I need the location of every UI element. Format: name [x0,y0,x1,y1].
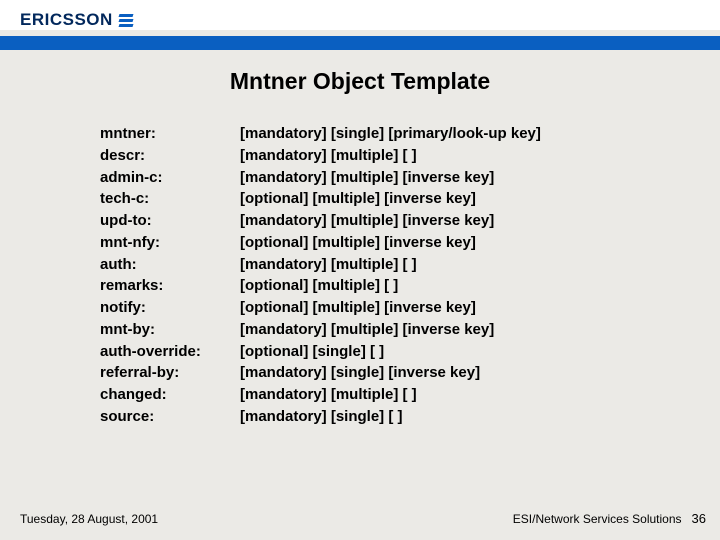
template-row: remarks: [optional] [multiple] [ ] [100,275,680,297]
field-name: auth-override: [100,341,240,363]
template-row: auth-override: [optional] [single] [ ] [100,341,680,363]
header-accent-bar [0,36,720,50]
template-row: mntner: [mandatory] [single] [primary/lo… [100,123,680,145]
template-row: mnt-by: [mandatory] [multiple] [inverse … [100,319,680,341]
footer: Tuesday, 28 August, 2001 ESI/Network Ser… [0,511,720,526]
template-row: changed: [mandatory] [multiple] [ ] [100,384,680,406]
field-attributes: [optional] [multiple] [inverse key] [240,188,476,210]
brand-logo: ERICSSON [20,10,720,30]
object-template: mntner: [mandatory] [single] [primary/lo… [100,123,680,428]
field-name: tech-c: [100,188,240,210]
page-number: 36 [692,511,706,526]
field-name: mnt-by: [100,319,240,341]
brand-stripes-icon [119,14,133,27]
template-row: mnt-nfy: [optional] [multiple] [inverse … [100,232,680,254]
field-attributes: [mandatory] [multiple] [inverse key] [240,319,494,341]
field-attributes: [optional] [single] [ ] [240,341,384,363]
field-name: notify: [100,297,240,319]
field-name: auth: [100,254,240,276]
field-attributes: [mandatory] [single] [primary/look-up ke… [240,123,541,145]
template-row: descr: [mandatory] [multiple] [ ] [100,145,680,167]
field-name: admin-c: [100,167,240,189]
field-name: changed: [100,384,240,406]
brand-wordmark: ERICSSON [20,10,113,30]
field-attributes: [mandatory] [multiple] [ ] [240,145,417,167]
field-name: mntner: [100,123,240,145]
slide-content: Mntner Object Template mntner: [mandator… [0,50,720,428]
field-name: referral-by: [100,362,240,384]
field-attributes: [mandatory] [single] [ ] [240,406,403,428]
field-attributes: [optional] [multiple] [inverse key] [240,297,476,319]
field-name: descr: [100,145,240,167]
template-row: notify: [optional] [multiple] [inverse k… [100,297,680,319]
field-name: source: [100,406,240,428]
field-name: mnt-nfy: [100,232,240,254]
field-attributes: [mandatory] [multiple] [inverse key] [240,167,494,189]
footer-date: Tuesday, 28 August, 2001 [20,512,158,526]
footer-org: ESI/Network Services Solutions [513,512,682,526]
template-row: source: [mandatory] [single] [ ] [100,406,680,428]
template-row: referral-by: [mandatory] [single] [inver… [100,362,680,384]
template-row: tech-c: [optional] [multiple] [inverse k… [100,188,680,210]
field-name: remarks: [100,275,240,297]
field-attributes: [mandatory] [multiple] [ ] [240,384,417,406]
header: ERICSSON [0,0,720,30]
field-attributes: [mandatory] [multiple] [inverse key] [240,210,494,232]
template-row: auth: [mandatory] [multiple] [ ] [100,254,680,276]
field-attributes: [mandatory] [single] [inverse key] [240,362,480,384]
field-attributes: [mandatory] [multiple] [ ] [240,254,417,276]
template-row: upd-to: [mandatory] [multiple] [inverse … [100,210,680,232]
field-name: upd-to: [100,210,240,232]
slide-title: Mntner Object Template [40,68,680,95]
field-attributes: [optional] [multiple] [ ] [240,275,398,297]
template-row: admin-c: [mandatory] [multiple] [inverse… [100,167,680,189]
field-attributes: [optional] [multiple] [inverse key] [240,232,476,254]
